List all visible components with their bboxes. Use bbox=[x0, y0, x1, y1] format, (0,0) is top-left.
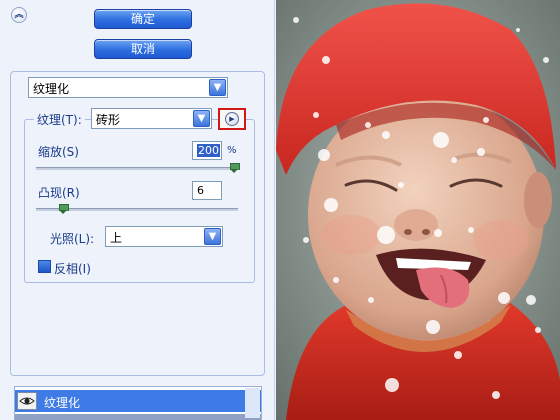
effect-layer-row-partial bbox=[15, 414, 261, 420]
relief-slider-thumb[interactable] bbox=[59, 204, 70, 214]
filter-select-value: 纹理化 bbox=[33, 82, 70, 96]
texture-select[interactable]: 砖形 ▼ bbox=[91, 108, 212, 129]
relief-input[interactable]: 6 bbox=[192, 181, 222, 200]
scale-input[interactable]: 200 bbox=[192, 141, 222, 160]
layer-list-scrollbar[interactable] bbox=[245, 388, 260, 418]
texture-select-value: 砖形 bbox=[96, 113, 121, 127]
effect-layer-name: 纹理化 bbox=[44, 396, 81, 410]
collapse-panel-button[interactable]: ︽ bbox=[11, 7, 27, 23]
relief-label: 凸现(R) bbox=[38, 186, 80, 200]
filter-select[interactable]: 纹理化 ▼ bbox=[28, 77, 228, 98]
scale-input-value: 200 bbox=[197, 144, 220, 157]
invert-checkbox[interactable] bbox=[38, 260, 51, 273]
relief-input-value: 6 bbox=[197, 184, 204, 197]
chevron-down-icon[interactable]: ▼ bbox=[193, 110, 210, 127]
filter-options-panel: ︽ 确定 取消 纹理化 ▼ 纹理(T): 砖形 ▼ ▶ 缩放(S) 200 % … bbox=[0, 0, 275, 420]
light-select-value: 上 bbox=[110, 231, 123, 245]
light-select[interactable]: 上 ▼ bbox=[105, 226, 223, 247]
effect-layer-row[interactable]: 纹理化 bbox=[15, 390, 261, 412]
light-label: 光照(L): bbox=[50, 232, 95, 246]
preview-image bbox=[276, 0, 560, 420]
eye-icon bbox=[19, 397, 35, 405]
texture-menu-button[interactable]: ▶ bbox=[218, 108, 246, 130]
chevron-down-icon[interactable]: ▼ bbox=[204, 228, 221, 245]
scale-slider-track[interactable] bbox=[36, 167, 238, 170]
texture-label: 纹理(T): bbox=[34, 111, 85, 128]
play-arrow-icon: ▶ bbox=[225, 112, 239, 126]
visibility-toggle[interactable] bbox=[17, 392, 37, 410]
chevron-double-up-icon: ︽ bbox=[14, 10, 24, 20]
child-photo-preview bbox=[276, 0, 560, 420]
invert-label: 反相(I) bbox=[54, 262, 91, 276]
effect-layer-list: 纹理化 bbox=[14, 386, 262, 420]
scale-slider-thumb[interactable] bbox=[230, 163, 240, 173]
chevron-down-icon[interactable]: ▼ bbox=[209, 79, 226, 96]
ok-button[interactable]: 确定 bbox=[94, 9, 192, 29]
cancel-button[interactable]: 取消 bbox=[94, 39, 192, 59]
scale-unit: % bbox=[227, 145, 237, 156]
scale-label: 缩放(S) bbox=[38, 145, 79, 159]
